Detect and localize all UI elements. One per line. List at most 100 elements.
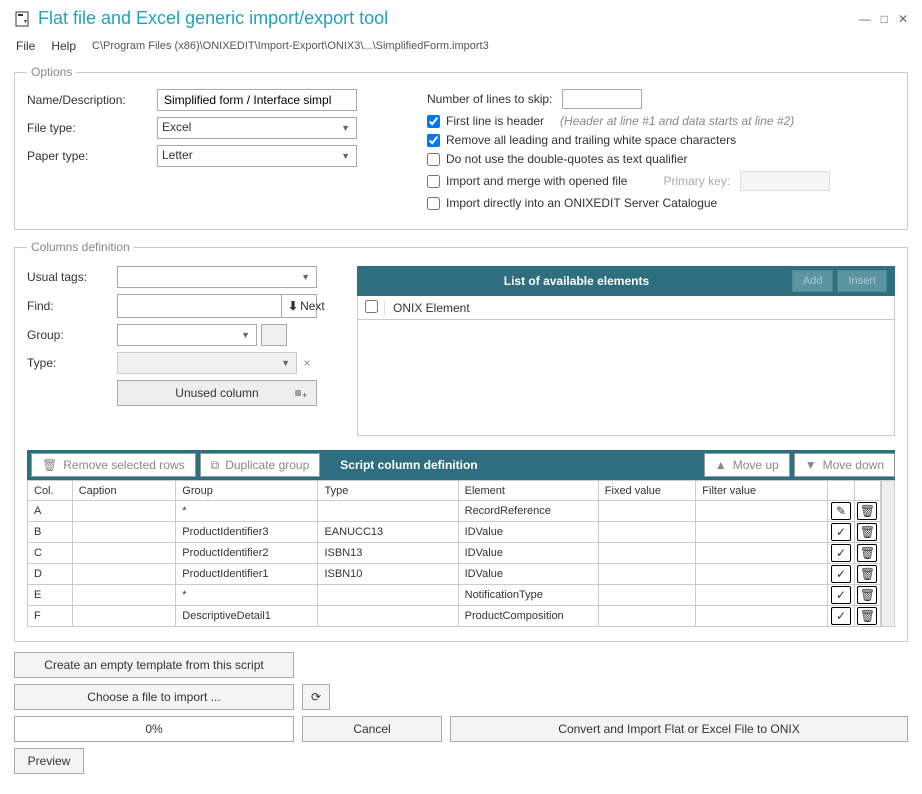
chevron-down-icon: ▼ [341, 151, 350, 161]
table-row[interactable]: FDescriptiveDetail1ProductComposition✓🗑 [28, 606, 881, 627]
group-extra-select[interactable] [261, 324, 287, 346]
paper-type-label: Paper type: [27, 149, 157, 163]
menu-help[interactable]: Help [51, 39, 76, 53]
minimize-button[interactable]: — [859, 12, 871, 26]
create-template-button[interactable]: Create an empty template from this scrip… [14, 652, 294, 678]
chevron-down-icon: ▼ [241, 330, 250, 340]
table-row[interactable]: E*NotificationType✓🗑 [28, 585, 881, 606]
title-bar: Flat file and Excel generic import/expor… [14, 8, 908, 29]
trash-icon[interactable]: 🗑 [857, 586, 877, 604]
elements-title: List of available elements [365, 274, 788, 288]
first-line-header-checkbox[interactable] [427, 115, 440, 128]
file-type-select[interactable]: Excel ▼ [157, 117, 357, 139]
first-line-hint: (Header at line #1 and data starts at li… [560, 114, 794, 128]
import-server-checkbox[interactable] [427, 197, 440, 210]
import-server-label: Import directly into an ONIXEDIT Server … [446, 196, 717, 210]
trash-icon[interactable]: 🗑 [857, 607, 877, 625]
refresh-button[interactable]: ⟳ [302, 684, 330, 710]
remove-rows-button[interactable]: 🗑 Remove selected rows [31, 453, 196, 477]
caption-header[interactable]: Caption [72, 481, 176, 501]
validate-icon[interactable]: ✓ [831, 565, 851, 583]
validate-icon[interactable]: ✓ [831, 523, 851, 541]
import-merge-label: Import and merge with opened file [446, 174, 627, 188]
filter-header[interactable]: Filter value [696, 481, 828, 501]
chevron-down-icon: ▼ [301, 272, 310, 282]
columns-definition-group: Columns definition Usual tags: ▼ Find: ⬇… [14, 240, 908, 642]
select-all-checkbox[interactable] [365, 300, 378, 313]
move-down-button[interactable]: ▼ Move down [794, 453, 895, 477]
unused-column-button[interactable]: Unused column ≡₊ [117, 380, 317, 406]
table-row[interactable]: DProductIdentifier1ISBN10IDValue✓🗑 [28, 564, 881, 585]
find-input[interactable] [118, 297, 281, 315]
trash-icon[interactable]: 🗑 [857, 565, 877, 583]
move-up-button[interactable]: ▲ Move up [704, 453, 790, 477]
menu-bar: File Help C\Program Files (x86)\ONIXEDIT… [14, 35, 908, 57]
group-header[interactable]: Group [176, 481, 318, 501]
find-label: Find: [27, 299, 117, 313]
validate-icon[interactable]: ✓ [831, 607, 851, 625]
down-arrow-icon: ▼ [805, 458, 817, 472]
add-button[interactable]: Add [792, 270, 834, 292]
usual-tags-select[interactable]: ▼ [117, 266, 317, 288]
duplicate-group-button[interactable]: ⧉ Duplicate group [200, 453, 321, 477]
group-label: Group: [27, 328, 117, 342]
remove-ws-checkbox[interactable] [427, 134, 440, 147]
script-title: Script column definition [340, 458, 700, 472]
validate-icon[interactable]: ✓ [831, 586, 851, 604]
group-select[interactable]: ▼ [117, 324, 257, 346]
elements-grid: ONIX Element [357, 296, 895, 436]
close-button[interactable]: ✕ [898, 12, 908, 26]
progress-bar: 0% [14, 716, 294, 742]
usual-tags-label: Usual tags: [27, 270, 117, 284]
primary-key-select [740, 171, 830, 191]
options-legend: Options [27, 65, 76, 79]
type-clear-button[interactable]: × [299, 356, 315, 370]
script-grid: Col. Caption Group Type Element Fixed va… [27, 480, 881, 627]
chevron-down-icon: ▼ [341, 123, 350, 133]
element-header[interactable]: Element [458, 481, 598, 501]
cancel-button[interactable]: Cancel [302, 716, 442, 742]
primary-key-label: Primary key: [663, 174, 730, 188]
refresh-icon: ⟳ [311, 690, 321, 704]
table-row[interactable]: CProductIdentifier2ISBN13IDValue✓🗑 [28, 543, 881, 564]
scrollbar[interactable] [881, 480, 895, 627]
menu-file[interactable]: File [16, 39, 35, 53]
fixed-header[interactable]: Fixed value [598, 481, 696, 501]
choose-file-button[interactable]: Choose a file to import ... [14, 684, 294, 710]
paper-type-select[interactable]: Letter ▼ [157, 145, 357, 167]
name-input[interactable] [157, 89, 357, 111]
table-row[interactable]: BProductIdentifier3EANUCC13IDValue✓🗑 [28, 522, 881, 543]
maximize-button[interactable]: □ [881, 12, 888, 26]
remove-ws-label: Remove all leading and trailing white sp… [446, 133, 736, 147]
trash-icon[interactable]: 🗑 [857, 544, 877, 562]
trash-icon[interactable]: 🗑 [857, 502, 877, 520]
window-controls: — □ ✕ [859, 12, 908, 26]
type-label: Type: [27, 356, 117, 370]
window-title: Flat file and Excel generic import/expor… [38, 8, 388, 29]
edit-icon[interactable]: ✎ [831, 502, 851, 520]
up-arrow-icon: ▲ [715, 458, 727, 472]
preview-button[interactable]: Preview [14, 748, 84, 774]
insert-button[interactable]: Insert [837, 270, 887, 292]
col-header[interactable]: Col. [28, 481, 73, 501]
next-button[interactable]: ⬇ Next [281, 295, 331, 317]
type-select: ▼ [117, 352, 297, 374]
first-line-header-label: First line is header [446, 114, 544, 128]
trash-icon[interactable]: 🗑 [857, 523, 877, 541]
file-path: C\Program Files (x86)\ONIXEDIT\Import-Ex… [92, 40, 489, 52]
validate-icon[interactable]: ✓ [831, 544, 851, 562]
import-merge-checkbox[interactable] [427, 175, 440, 188]
convert-button[interactable]: Convert and Import Flat or Excel File to… [450, 716, 908, 742]
elements-body [358, 320, 894, 435]
onix-element-header[interactable]: ONIX Element [384, 301, 894, 315]
down-arrow-icon: ⬇ [288, 299, 298, 313]
file-type-label: File type: [27, 121, 157, 135]
elements-header: List of available elements Add Insert [357, 266, 895, 296]
lines-skip-input[interactable] [562, 89, 642, 109]
no-quotes-label: Do not use the double-quotes as text qua… [446, 152, 688, 166]
trash-icon: 🗑 [42, 458, 57, 472]
type-header[interactable]: Type [318, 481, 458, 501]
no-quotes-checkbox[interactable] [427, 153, 440, 166]
columns-legend: Columns definition [27, 240, 134, 254]
table-row[interactable]: A*RecordReference✎🗑 [28, 501, 881, 522]
